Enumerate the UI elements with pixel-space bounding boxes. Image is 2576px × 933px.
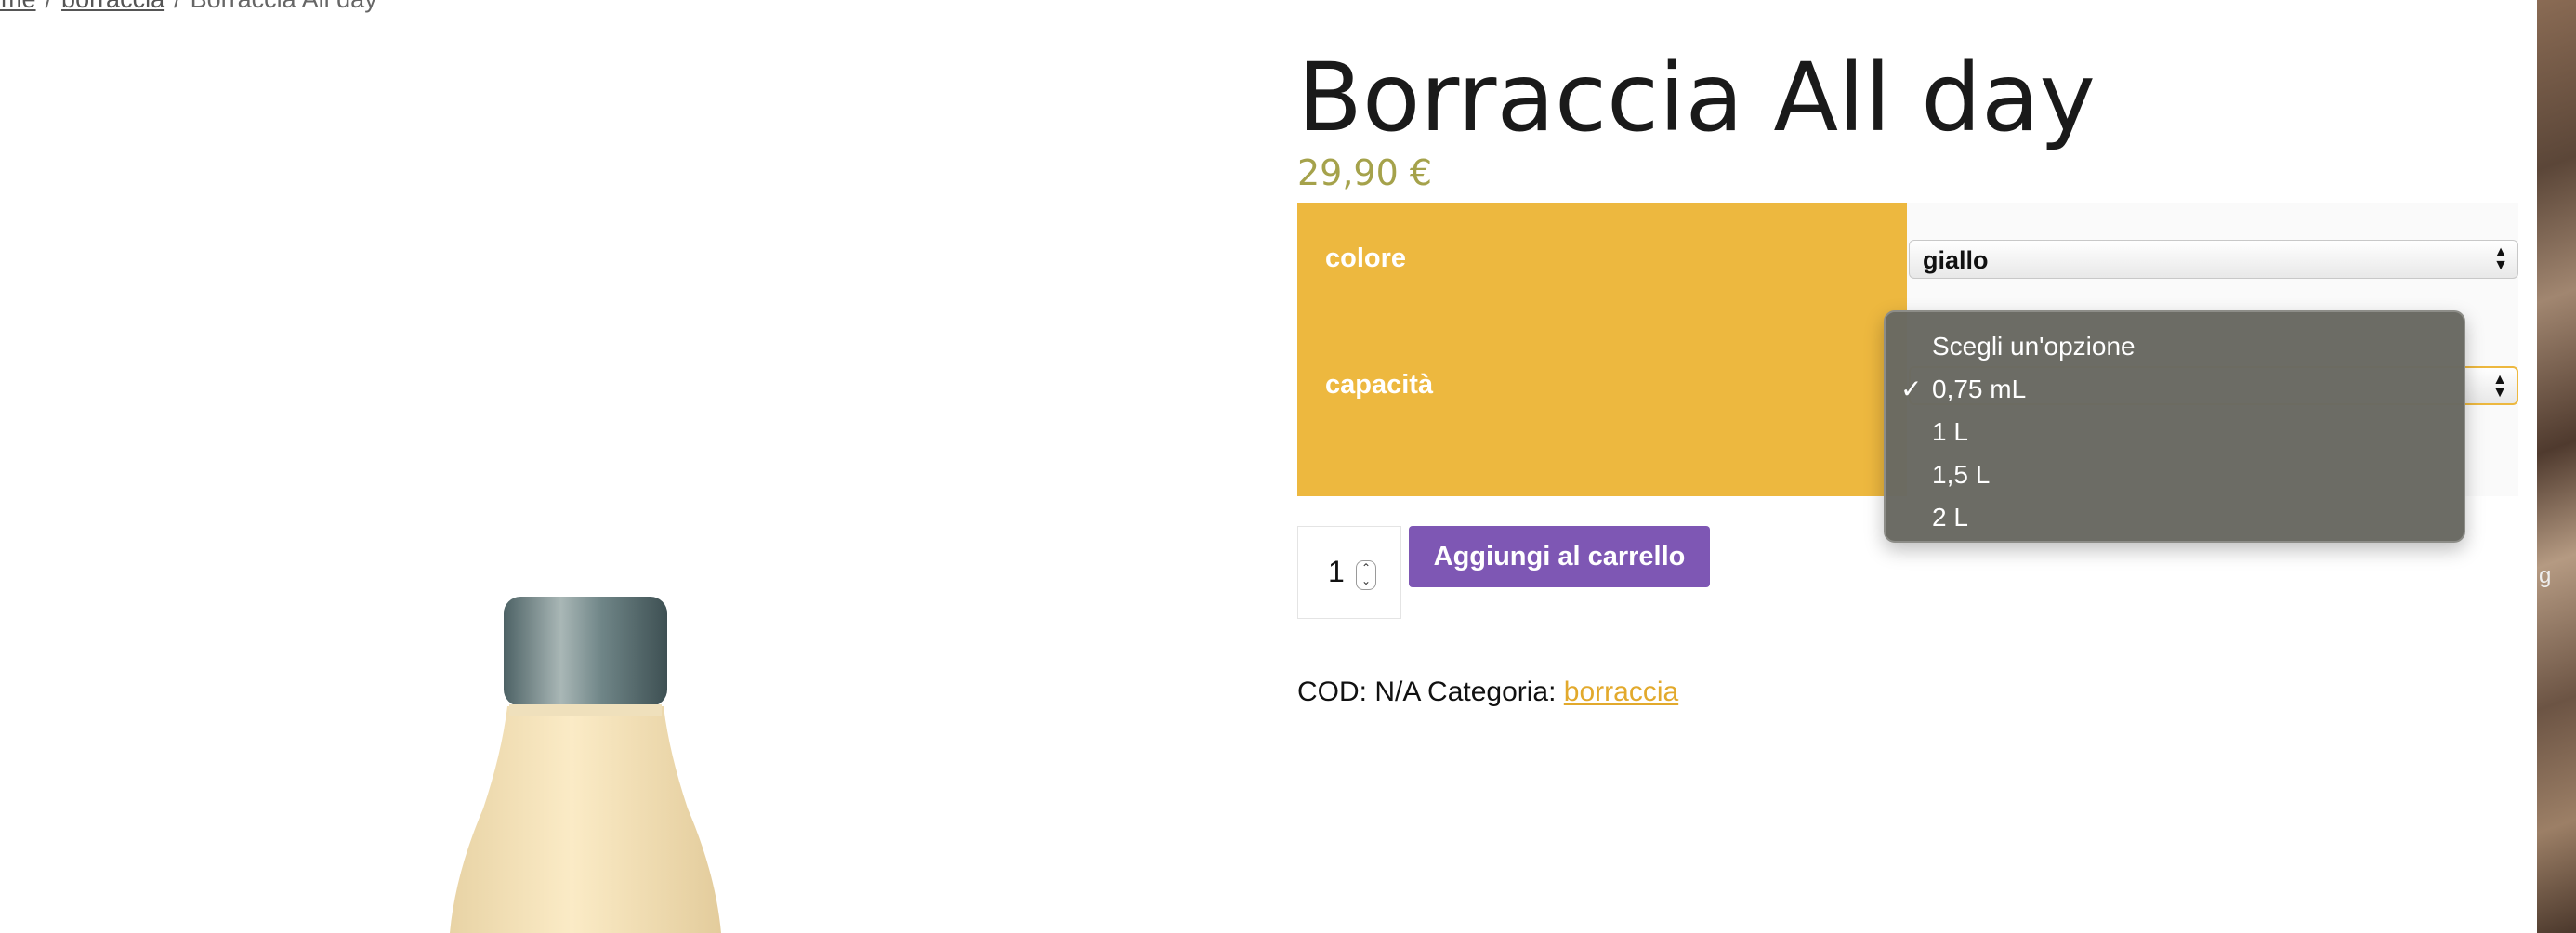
product-meta: COD: N/A Categoria: borraccia <box>1297 677 1678 708</box>
quantity-value: 1 <box>1328 555 1345 588</box>
dropdown-option[interactable]: Scegli un'opzione <box>1886 325 2464 368</box>
color-select-value: giallo <box>1923 246 1989 274</box>
quantity-stepper[interactable]: 1 ⌃ ⌄ <box>1297 526 1401 619</box>
capacity-label: capacità <box>1325 370 1434 400</box>
dropdown-option-label: 1,5 L <box>1932 460 1991 489</box>
product-image <box>450 597 721 933</box>
product-title: Borraccia All day <box>1297 43 2096 153</box>
breadcrumb-separator: / <box>46 0 53 13</box>
dropdown-option-selected[interactable]: ✓ 0,75 mL <box>1886 368 2464 411</box>
breadcrumb: ome / borraccia / Borraccia All day <box>0 0 377 14</box>
breadcrumb-category-link[interactable]: borraccia <box>61 0 164 13</box>
bottle-body <box>450 706 721 933</box>
breadcrumb-separator: / <box>174 0 181 13</box>
dropdown-option-label: 1 L <box>1932 417 1968 446</box>
bottle-rim <box>509 704 662 716</box>
background-photo-edge <box>2537 0 2576 933</box>
sku-category-text: COD: N/A Categoria: <box>1297 677 1557 707</box>
color-select[interactable]: giallo ▲ ▼ <box>1909 240 2518 279</box>
capacity-dropdown-menu: Scegli un'opzione ✓ 0,75 mL 1 L 1,5 L 2 … <box>1884 310 2465 543</box>
edge-text: g <box>2539 563 2552 588</box>
color-label: colore <box>1325 243 1407 273</box>
select-arrows-icon: ▲ ▼ <box>2493 244 2508 273</box>
dropdown-option-label: Scegli un'opzione <box>1932 332 2136 361</box>
select-arrows-icon: ▲ ▼ <box>2492 372 2507 401</box>
product-price: 29,90 € <box>1297 152 1433 193</box>
add-to-cart-button[interactable]: Aggiungi al carrello <box>1409 526 1710 587</box>
dropdown-option-label: 2 L <box>1932 503 1968 532</box>
dropdown-option[interactable]: 1,5 L <box>1886 453 2464 496</box>
dropdown-option-label: 0,75 mL <box>1932 375 2027 403</box>
breadcrumb-home-link[interactable]: ome <box>0 0 36 13</box>
bottle-cap <box>504 597 667 706</box>
checkmark-icon: ✓ <box>1900 375 1923 403</box>
breadcrumb-current: Borraccia All day <box>191 0 377 13</box>
category-link[interactable]: borraccia <box>1564 677 1678 707</box>
dropdown-option[interactable]: 1 L <box>1886 411 2464 453</box>
dropdown-option[interactable]: 2 L <box>1886 496 2464 539</box>
product-page: ome / borraccia / Borraccia All day Borracci… <box>0 0 2537 933</box>
stepper-arrows-icon[interactable]: ⌃ ⌄ <box>1356 560 1376 590</box>
